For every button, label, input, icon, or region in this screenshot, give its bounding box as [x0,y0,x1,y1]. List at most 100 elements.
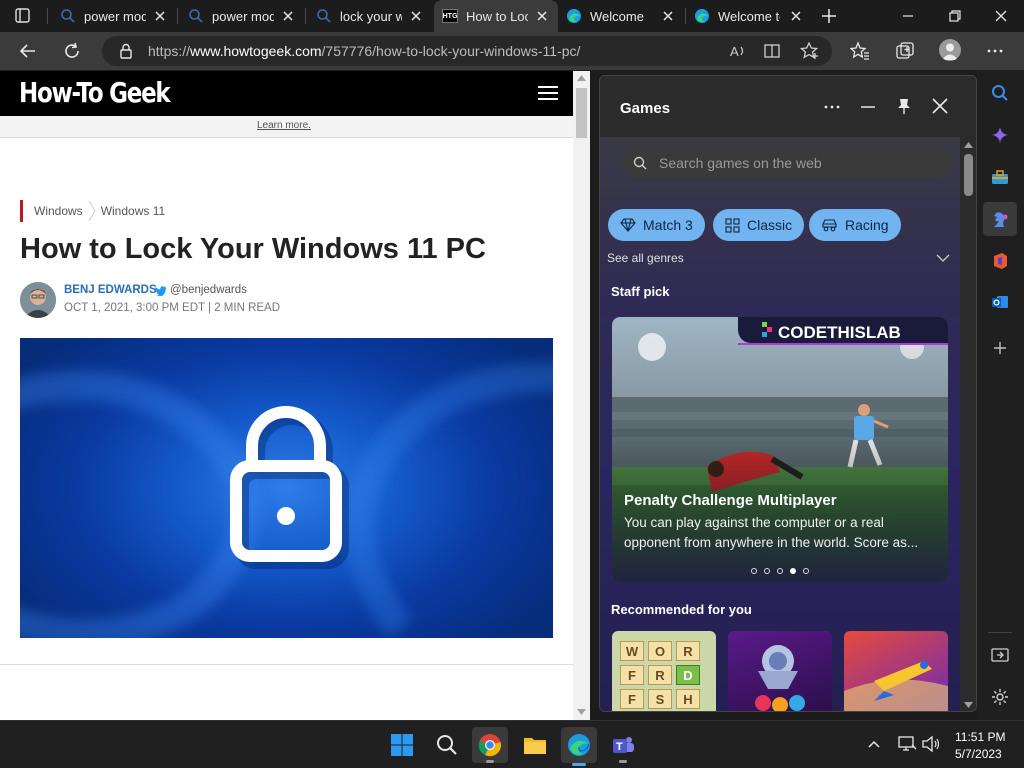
scrollbar-thumb[interactable] [964,154,973,196]
scroll-down-icon[interactable] [964,702,973,708]
restore-button[interactable] [947,8,963,24]
sidebar-outlook-button[interactable] [988,290,1012,314]
sidebar-discover-button[interactable] [988,123,1012,147]
minimize-button[interactable] [900,8,916,24]
sidebar-games-button-active[interactable] [983,202,1017,236]
racing-game-art [844,661,948,711]
taskbar-teams-button[interactable]: T [605,727,641,763]
back-arrow-icon [19,44,35,58]
tab-how-to-lock[interactable]: HTG How to Loc [434,0,558,32]
tab-welcome-1[interactable]: Welcome [560,0,684,32]
collections-button[interactable] [895,41,915,61]
sidebar-office-button[interactable] [988,249,1012,273]
chevron-up-icon [868,740,880,748]
clock-date[interactable]: 5/7/2023 [955,747,1002,761]
carousel-dot[interactable] [803,568,809,574]
page-scrollbar[interactable] [573,71,590,720]
scroll-up-icon[interactable] [577,75,586,81]
sidebar-tools-button[interactable] [988,165,1012,189]
genre-chip-racing[interactable]: Racing [809,209,901,241]
twitter-icon[interactable] [155,286,167,296]
chip-label: Match 3 [643,217,693,233]
scrollbar-thumb[interactable] [576,88,587,138]
network-button[interactable] [897,735,917,753]
sidebar-settings-button[interactable] [988,685,1012,709]
favorites-button[interactable] [850,41,870,61]
taskbar-chrome-button[interactable] [472,727,508,763]
address-bar[interactable]: https://www.howtogeek.com/757776/how-to-… [102,36,832,66]
taskbar-search-button[interactable] [429,727,465,763]
author-avatar[interactable] [20,282,56,318]
taskbar-edge-button[interactable] [561,727,597,763]
menu-button[interactable] [538,85,558,101]
clock-time[interactable]: 11:51 PM [955,730,1005,744]
site-logo[interactable]: How-To Geek [19,76,171,109]
tab-title: Welcome [590,8,644,24]
tray-overflow-button[interactable] [866,737,882,751]
genre-chip-match3[interactable]: Match 3 [608,209,705,241]
settings-more-button[interactable] [985,42,1005,60]
panel-pin-button[interactable] [896,97,912,115]
search-icon [189,9,203,23]
games-search-input[interactable]: Search games on the web [622,148,952,178]
tab-title: lock your w [340,8,402,24]
new-tab-button[interactable] [820,7,838,25]
sidebar-search-button[interactable] [988,81,1012,105]
chevron-down-icon[interactable] [936,254,950,263]
back-button[interactable] [18,41,38,61]
close-tab-icon[interactable] [660,8,676,24]
panel-more-button[interactable] [822,98,842,116]
close-tab-icon[interactable] [152,8,168,24]
immersive-reader-icon[interactable] [764,43,782,59]
game-card-space[interactable] [728,631,832,711]
refresh-button[interactable] [62,41,82,61]
author-name[interactable]: BENJ EDWARDS [64,284,157,296]
carousel-dot[interactable] [751,568,757,574]
learn-more-link[interactable]: Learn more. [257,120,311,131]
volume-button[interactable] [921,735,941,753]
game-card-word[interactable]: W O R F R D F S H [612,631,716,711]
search-icon [437,735,457,755]
scroll-down-icon[interactable] [577,709,586,715]
profile-button[interactable] [939,39,961,61]
tab-lock-your-windows[interactable]: lock your w [310,0,432,32]
close-tab-icon[interactable] [408,8,424,24]
breadcrumb-item[interactable]: Windows [34,204,83,218]
close-tab-icon[interactable] [280,8,296,24]
url-text[interactable]: https://www.howtogeek.com/757776/how-to-… [148,43,580,59]
add-favorite-icon[interactable] [800,42,820,60]
genre-chip-classic[interactable]: Classic [713,209,805,241]
promo-brand: CODETHISLAB [778,323,901,342]
taskbar-explorer-button[interactable] [517,727,553,763]
chess-knight-icon [994,212,1008,227]
tab-welcome-2[interactable]: Welcome to [688,0,812,32]
sidebar-hide-button[interactable] [988,643,1012,667]
games-sidebar-panel: Games Search games on the web Match 3 Cl… [599,75,977,712]
panel-close-button[interactable] [931,97,949,115]
pin-icon [898,99,910,114]
close-window-button[interactable] [993,8,1009,24]
restore-icon [949,10,961,22]
close-tab-icon[interactable] [788,8,804,24]
games-scrollbar[interactable] [960,137,976,711]
staff-pick-card[interactable]: CODETHISLAB Penalty Challenge Multiplaye… [612,317,948,582]
tab-actions-button[interactable] [14,7,32,25]
word-tile: H [676,689,700,709]
start-button[interactable] [384,727,420,763]
read-aloud-icon[interactable]: A [729,43,747,59]
game-card-racing[interactable] [844,631,948,711]
see-all-genres[interactable]: See all genres [607,251,684,265]
scroll-up-icon[interactable] [964,142,973,148]
tab-power-mode-1[interactable]: power mod [54,0,176,32]
close-tab-icon[interactable] [534,8,550,24]
carousel-dot[interactable] [764,568,770,574]
carousel-dot[interactable] [777,568,783,574]
car-icon [822,219,837,232]
carousel-dot-active[interactable] [790,568,796,574]
author-handle[interactable]: @benjedwards [170,284,247,296]
breadcrumb-item[interactable]: Windows 11 [101,204,165,218]
panel-minimize-button[interactable] [859,98,877,116]
sidebar-add-button[interactable] [988,336,1012,360]
tab-power-mode-2[interactable]: power mod [182,0,304,32]
tab-title: How to Loc [466,8,528,24]
